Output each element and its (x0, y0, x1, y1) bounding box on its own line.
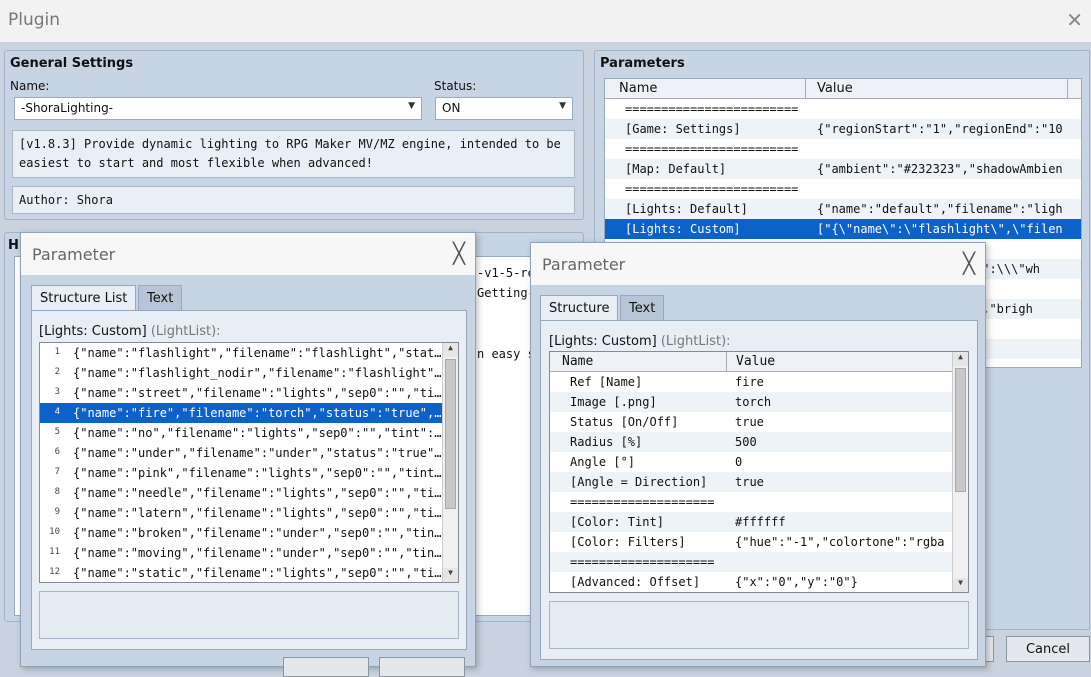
name-label: Name: (10, 79, 50, 93)
status-select[interactable]: ON ▼ (435, 97, 573, 120)
list-item[interactable]: 3 {"name":"street","filename":"lights","s… (40, 383, 458, 403)
item-description (39, 591, 459, 639)
chevron-down-icon: ▼ (559, 101, 566, 111)
help-line-3: n easy s (477, 347, 535, 361)
list-item[interactable]: 8 {"name":"needle","filename":"lights","s… (40, 483, 458, 503)
structure-table[interactable]: Name Value Ref [Name] fire Image [.png] to… (549, 351, 969, 593)
tab-text[interactable]: Text (138, 285, 183, 311)
param-row[interactable]: [Map: Default] {"ambient":"#232323","shad… (605, 159, 1081, 179)
structure-header: Name Value (550, 352, 968, 372)
help-heading: H (8, 238, 19, 253)
list-item[interactable]: 10 {"name":"broken","filename":"under","s… (40, 523, 458, 543)
dialog-title: Parameter (32, 245, 116, 264)
tab-text[interactable]: Text (620, 295, 665, 321)
tab-structure-list[interactable]: Structure List (31, 285, 137, 311)
structure-row[interactable]: [Advanced: Offset] {"x":"0","y":"0"} (550, 572, 968, 592)
list-item-selected[interactable]: 4 {"name":"fire","filename":"torch","stat… (40, 403, 458, 423)
status-label: Status: (434, 79, 477, 93)
plugin-name-select[interactable]: -ShoraLighting- ▼ (14, 97, 422, 120)
window-title: Plugin (8, 10, 61, 30)
chevron-down-icon: ▼ (408, 101, 415, 111)
dialog-cancel-button[interactable] (379, 657, 465, 677)
general-settings-heading: General Settings (10, 56, 134, 71)
scroll-thumb[interactable] (445, 359, 456, 509)
parameters-heading: Parameters (600, 56, 685, 71)
param-row[interactable]: ======================== (605, 99, 1081, 119)
structure-row[interactable]: [Color: Tint] #ffffff (550, 512, 968, 532)
help-line-2: Getting- (477, 286, 535, 300)
window-close-icon[interactable]: ✕ (1066, 8, 1083, 32)
param-row[interactable]: [Lights: Default] {"name":"default","file… (605, 199, 1081, 219)
parameter-dialog-structure: Parameter ╳ Structure Text [Lights: Cust… (530, 242, 986, 667)
col-name-header[interactable]: Name (562, 354, 593, 369)
structure-row[interactable]: ==================== (550, 492, 968, 512)
list-scrollbar[interactable]: ▲ ▼ (442, 343, 458, 582)
scroll-thumb[interactable] (955, 368, 966, 492)
close-icon[interactable]: ╳ (453, 241, 465, 265)
close-icon[interactable]: ╳ (963, 251, 975, 275)
col-value-header[interactable]: Value (736, 354, 775, 369)
cancel-button[interactable]: Cancel (1006, 636, 1090, 662)
structure-row[interactable]: Angle [°] 0 (550, 452, 968, 472)
window-titlebar: Plugin ✕ (0, 0, 1091, 42)
structure-caption: [Lights: Custom] (LightList): (549, 334, 731, 349)
light-list[interactable]: 1 {"name":"flashlight","filename":"flashl… (39, 342, 459, 583)
list-item[interactable]: 11 {"name":"moving","filename":"under","s… (40, 543, 458, 563)
dialog-titlebar: Parameter ╳ (21, 233, 475, 275)
param-row[interactable]: ======================== (605, 139, 1081, 159)
structure-row[interactable]: Status [On/Off] true (550, 412, 968, 432)
list-item[interactable]: 2 {"name":"flashlight_nodir","filename":"… (40, 363, 458, 383)
structure-row[interactable]: [Color: Filters] {"hue":"-1","colortone":… (550, 532, 968, 552)
list-item[interactable]: 9 {"name":"latern","filename":"lights","s… (40, 503, 458, 523)
structure-row[interactable]: Ref [Name] fire (550, 372, 968, 392)
scroll-down-icon[interactable]: ▼ (443, 568, 458, 582)
col-value-header[interactable]: Value (817, 81, 853, 96)
list-item[interactable]: 7 {"name":"pink","filename":"lights","sep… (40, 463, 458, 483)
parameters-header: Name Value (605, 79, 1081, 99)
param-row[interactable]: [Game: Settings] {"regionStart":"1","regi… (605, 119, 1081, 139)
col-name-header[interactable]: Name (619, 81, 657, 96)
help-line-1: -v1-5-re (477, 266, 535, 280)
scroll-up-icon[interactable]: ▲ (953, 352, 968, 366)
dialog-titlebar: Parameter ╳ (531, 243, 985, 285)
dialog-title: Parameter (542, 255, 626, 274)
dialog-ok-button[interactable] (283, 657, 369, 677)
structure-scrollbar[interactable]: ▲ ▼ (952, 352, 968, 592)
param-row-selected[interactable]: [Lights: Custom] ["{\"name\":\"flashlight… (605, 219, 1081, 239)
param-row[interactable]: ======================== (605, 179, 1081, 199)
scroll-down-icon[interactable]: ▼ (953, 578, 968, 592)
list-caption: [Lights: Custom] (LightList): (39, 324, 221, 339)
list-item[interactable]: 1 {"name":"flashlight","filename":"flashl… (40, 343, 458, 363)
structure-row[interactable]: ==================== (550, 552, 968, 572)
structure-row[interactable]: [Angle = Direction] true (550, 472, 968, 492)
tab-structure[interactable]: Structure (540, 295, 619, 321)
field-description (549, 601, 969, 649)
structure-row[interactable]: Image [.png] torch (550, 392, 968, 412)
parameter-dialog-list: Parameter ╳ Structure List Text [Lights:… (20, 232, 476, 677)
list-item[interactable]: 12 {"name":"static","filename":"lights","… (40, 563, 458, 582)
plugin-name-value: -ShoraLighting- (21, 101, 114, 115)
list-item[interactable]: 6 {"name":"under","filename":"under","sta… (40, 443, 458, 463)
status-value: ON (442, 101, 461, 115)
plugin-author: Author: Shora (12, 186, 575, 214)
list-item[interactable]: 5 {"name":"no","filename":"lights","sep0"… (40, 423, 458, 443)
structure-row[interactable]: Radius [%] 500 (550, 432, 968, 452)
scroll-up-icon[interactable]: ▲ (443, 343, 458, 357)
plugin-description: [v1.8.3] Provide dynamic lighting to RPG… (12, 130, 575, 178)
